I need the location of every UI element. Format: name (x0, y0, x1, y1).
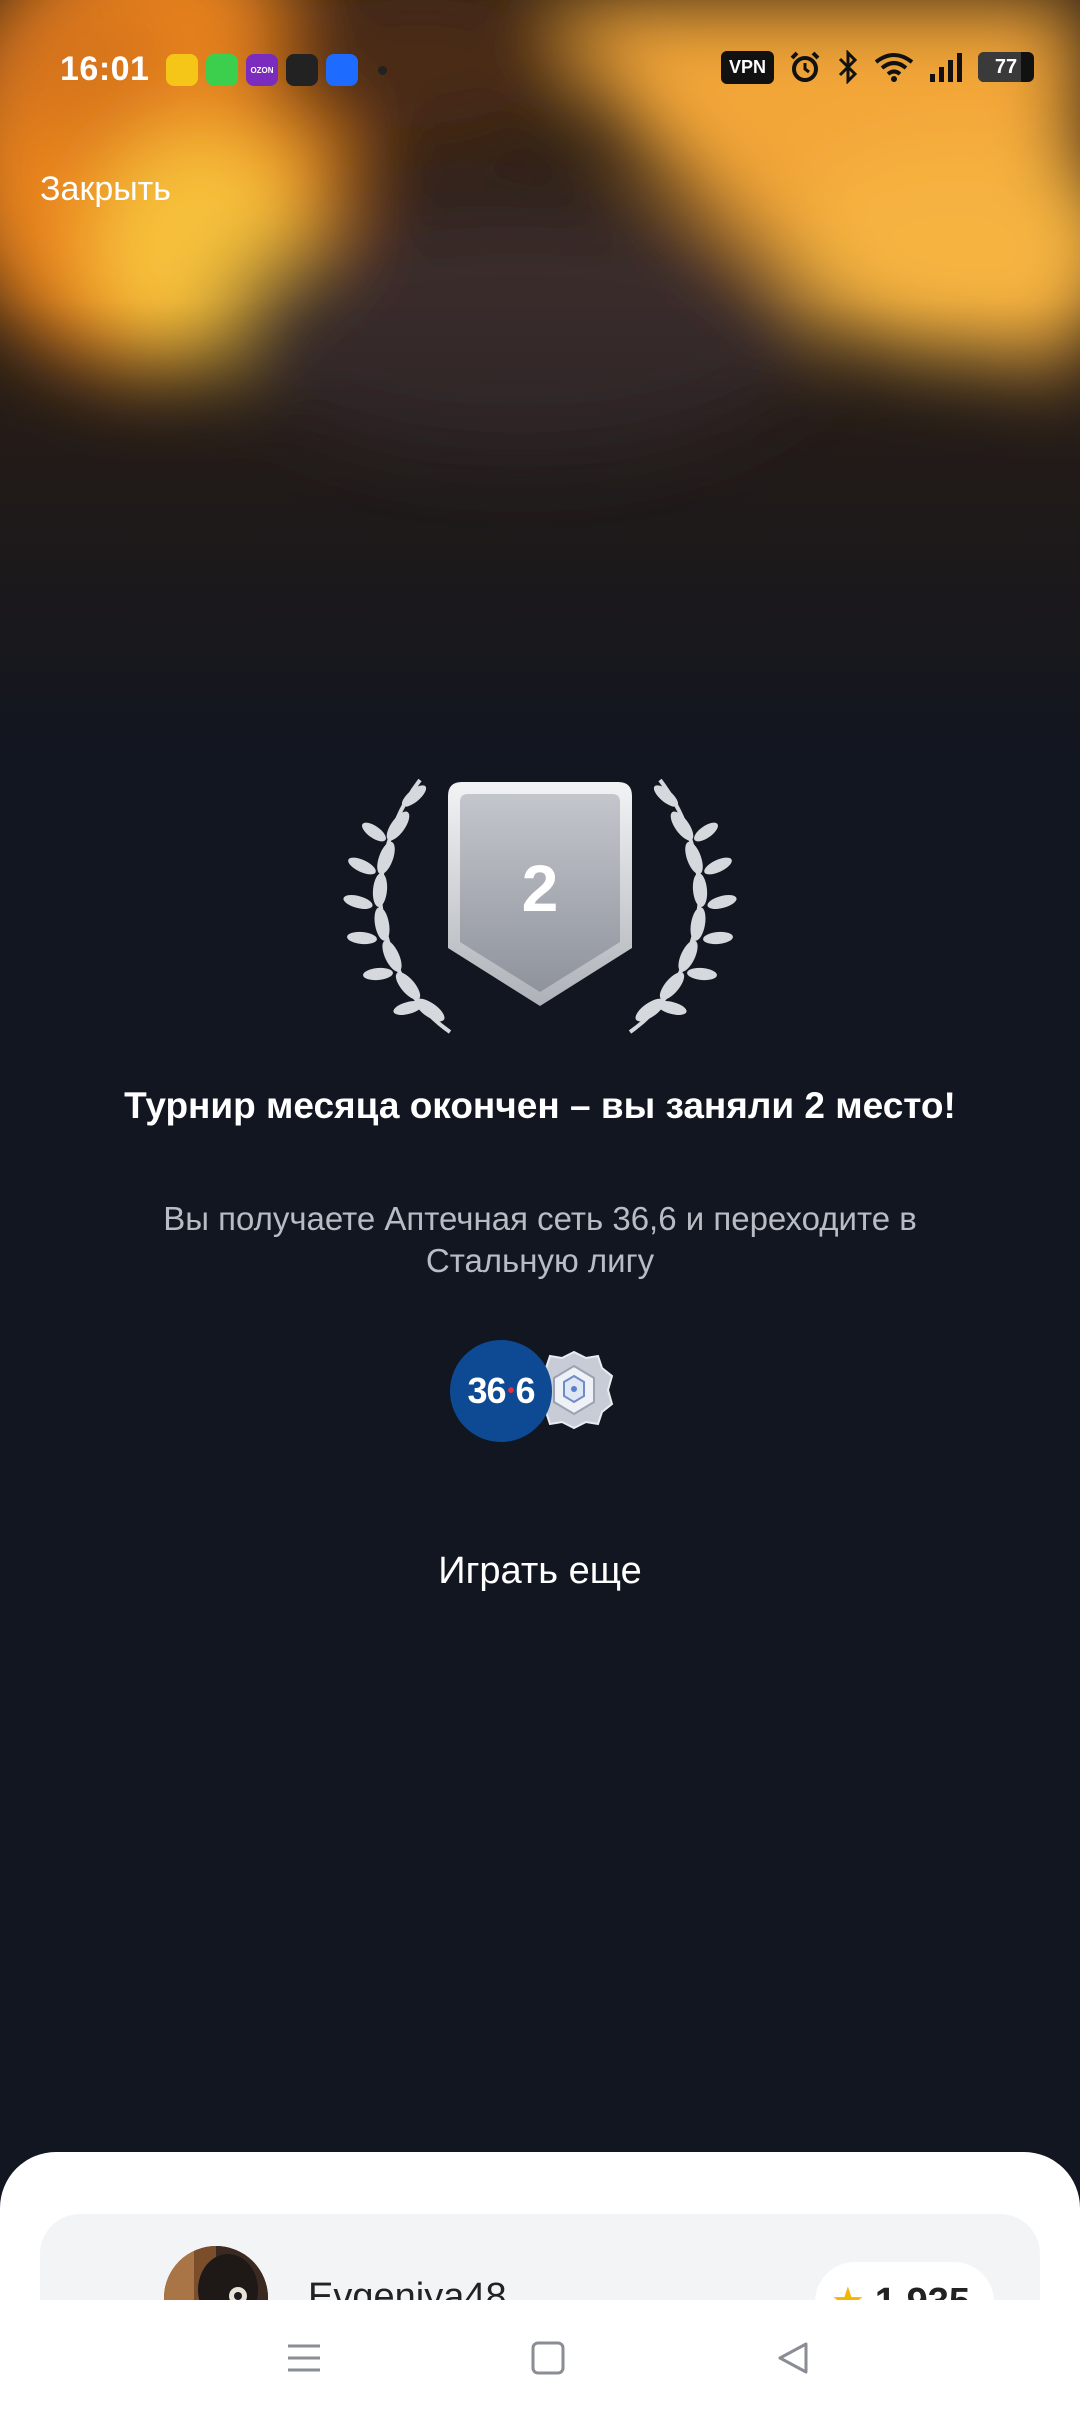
system-icons: VPN 77 (720, 50, 1034, 84)
game-app-icon (286, 54, 318, 86)
more-notifications-dot (378, 65, 387, 75)
bluetooth-icon (838, 50, 858, 84)
battery-icon: 77 (978, 52, 1034, 82)
signal-icon (930, 53, 962, 82)
pharmacy-36-6-logo: 36 • 6 (450, 1340, 552, 1442)
vpn-icon: VPN (720, 50, 774, 84)
navigation-bar (0, 2300, 1080, 2412)
messages-app-icon (206, 54, 238, 86)
pharmacy-logo-right: 6 (515, 1370, 536, 1411)
battery-percent: 77 (994, 55, 1018, 78)
back-button[interactable] (762, 2328, 822, 2388)
close-button[interactable]: Закрыть (40, 170, 171, 209)
recent-apps-button[interactable] (274, 2328, 334, 2388)
home-square-icon (531, 2341, 565, 2375)
rewards-group: 36 • 6 (450, 1340, 630, 1450)
alarm-icon (790, 51, 820, 82)
status-time: 16:01 (60, 50, 150, 88)
status-bar: 16:01 OZON VPN 77 (0, 44, 1080, 96)
notification-icons: OZON (166, 54, 387, 86)
wifi-icon (874, 53, 914, 82)
place-number: 2 (521, 851, 559, 925)
pharmacy-logo-dot: • (507, 1379, 515, 1402)
ozon-app-icon: OZON (246, 54, 278, 86)
result-subtitle: Вы получаете Аптечная сеть 36,6 и перехо… (163, 1200, 917, 1279)
finance-app-icon (166, 54, 198, 86)
home-button[interactable] (518, 2328, 578, 2388)
menu-icon (288, 2344, 320, 2372)
tournament-result-screen: 16:01 OZON VPN 77 Закрыть 2 Турнир месяц… (0, 0, 1080, 2412)
work-app-icon (326, 54, 358, 86)
play-again-button[interactable]: Играть еще (340, 1550, 740, 1593)
pharmacy-logo-left: 36 (467, 1370, 506, 1411)
back-triangle-icon (778, 2342, 808, 2374)
result-title: Турнир месяца окончен – вы заняли 2 мест… (124, 1085, 956, 1126)
background-glow (0, 0, 1080, 760)
